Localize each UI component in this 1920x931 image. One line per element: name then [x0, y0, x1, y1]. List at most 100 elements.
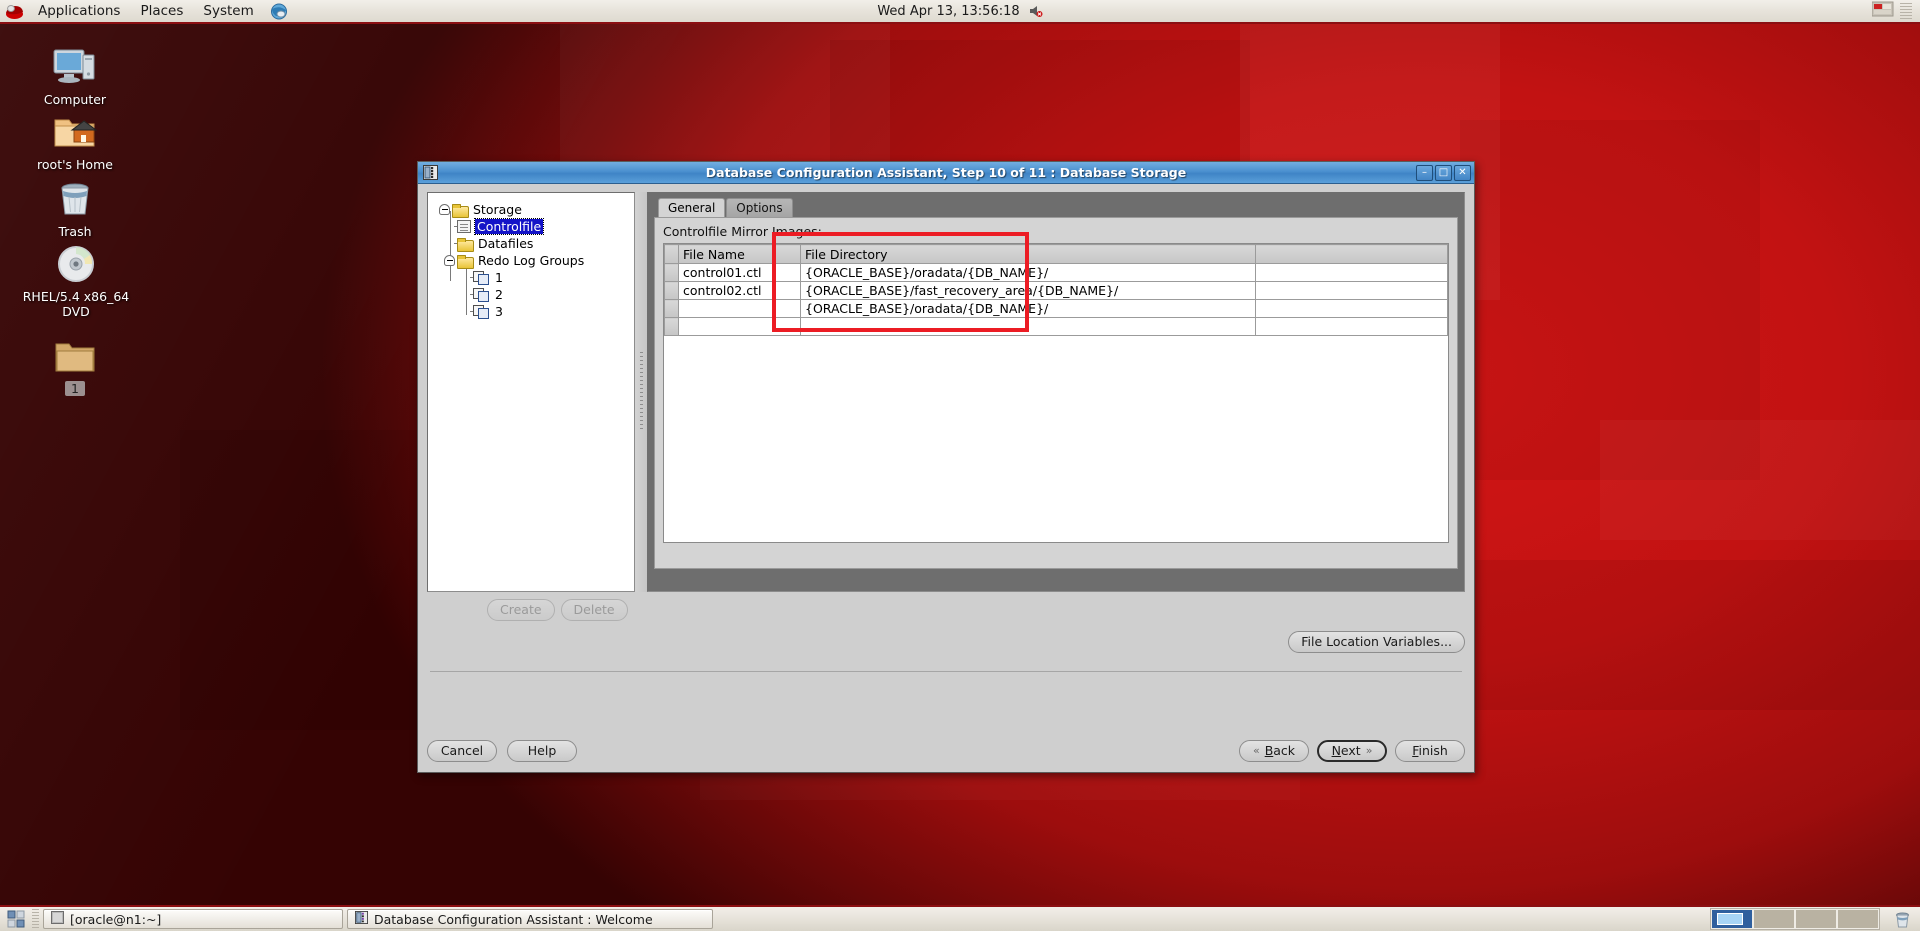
- dbca-icon: [423, 165, 438, 180]
- workspace-3[interactable]: [1796, 910, 1836, 928]
- column-header-file-directory[interactable]: File Directory: [800, 244, 1256, 264]
- cell-file-name[interactable]: [678, 299, 801, 318]
- controlfile-mirror-images-label: Controlfile Mirror Images:: [663, 224, 822, 239]
- tab-options[interactable]: Options: [726, 198, 793, 217]
- tree-node-label: Controlfile: [473, 218, 545, 235]
- desktop-icon-rhel-dvd[interactable]: RHEL/5.4 x86_64 DVD: [16, 235, 136, 319]
- file-location-variables-row: File Location Variables...: [1288, 631, 1465, 653]
- cell-file-name[interactable]: [678, 317, 801, 336]
- taskbar-item-dbca[interactable]: Database Configuration Assistant : Welco…: [347, 909, 713, 929]
- cell-file-directory[interactable]: {ORACLE_BASE}/fast_recovery_area/{DB_NAM…: [800, 281, 1256, 300]
- tree-node-redo-3[interactable]: 3: [432, 303, 630, 320]
- back-button[interactable]: « Back: [1239, 740, 1309, 762]
- dbca-window: Database Configuration Assistant, Step 1…: [417, 161, 1475, 773]
- storage-tree[interactable]: Storage Controlfile Datafiles Redo Log G…: [427, 192, 635, 592]
- table-row[interactable]: control01.ctl {ORACLE_BASE}/oradata/{DB_…: [664, 263, 1448, 282]
- desktop-icon-label: RHEL/5.4 x86_64 DVD: [22, 289, 130, 319]
- web-browser-icon[interactable]: [270, 3, 288, 20]
- clock-label[interactable]: Wed Apr 13, 13:56:18: [877, 4, 1019, 19]
- tree-node-label: Redo Log Groups: [478, 253, 585, 268]
- row-selector-cell[interactable]: [664, 317, 679, 336]
- tree-node-redo-2[interactable]: 2: [432, 286, 630, 303]
- taskbar-item-terminal[interactable]: [oracle@n1:~]: [43, 909, 343, 929]
- row-selector-cell[interactable]: [664, 281, 679, 300]
- table-row[interactable]: {ORACLE_BASE}/oradata/{DB_NAME}/: [664, 299, 1448, 318]
- menu-places[interactable]: Places: [130, 0, 193, 22]
- expander-minus-icon[interactable]: [443, 254, 456, 267]
- controlfile-mirror-table-wrapper[interactable]: File Name File Directory control01.ctl {…: [663, 243, 1449, 543]
- cell-blank[interactable]: [1255, 281, 1448, 300]
- desktop-icon-folder-1[interactable]: 1: [20, 327, 130, 396]
- wizard-footer: Cancel Help « Back Next » Finish: [427, 740, 1465, 762]
- menu-system[interactable]: System: [193, 0, 263, 22]
- row-selector-cell[interactable]: [664, 263, 679, 282]
- tray-applet-icon[interactable]: [1871, 1, 1894, 21]
- row-selector-cell[interactable]: [664, 299, 679, 318]
- cancel-button[interactable]: Cancel: [427, 740, 497, 762]
- maximize-button[interactable]: □: [1435, 164, 1452, 181]
- table-row[interactable]: [664, 317, 1448, 336]
- desktop-icon-trash[interactable]: Trash: [20, 170, 130, 239]
- menu-applications[interactable]: Applications: [28, 0, 130, 22]
- tree-node-redo-log-groups[interactable]: Redo Log Groups: [432, 252, 630, 269]
- workspace-4[interactable]: [1838, 910, 1878, 928]
- desktop-icon-roots-home[interactable]: root's Home: [20, 103, 130, 172]
- cell-blank[interactable]: [1255, 263, 1448, 282]
- show-desktop-icon[interactable]: [7, 910, 25, 928]
- workspace-1[interactable]: [1712, 910, 1752, 928]
- delete-button[interactable]: Delete: [560, 599, 628, 621]
- help-button[interactable]: Help: [507, 740, 577, 762]
- taskbar-item-label: Database Configuration Assistant : Welco…: [374, 911, 653, 927]
- tree-node-datafiles[interactable]: Datafiles: [432, 235, 630, 252]
- finish-button[interactable]: Finish: [1395, 740, 1465, 762]
- tree-node-label: 1: [495, 270, 503, 285]
- cell-blank[interactable]: [1255, 317, 1448, 336]
- redolog-icon: [473, 288, 489, 302]
- tree-node-label: Datafiles: [478, 236, 534, 251]
- folder-icon: [457, 254, 474, 269]
- workspace-2[interactable]: [1754, 910, 1794, 928]
- workspace-switcher[interactable]: [1710, 908, 1880, 930]
- footer-separator: [430, 671, 1462, 672]
- window-titlebar[interactable]: Database Configuration Assistant, Step 1…: [418, 162, 1474, 184]
- tree-node-redo-1[interactable]: 1: [432, 269, 630, 286]
- computer-icon: [20, 38, 130, 88]
- expander-minus-icon[interactable]: [438, 203, 451, 216]
- folder-icon: [457, 237, 474, 252]
- wallpaper-shape: [560, 0, 890, 180]
- terminal-icon: [51, 911, 64, 927]
- row-selector-header: [664, 244, 679, 264]
- file-location-variables-button[interactable]: File Location Variables...: [1288, 631, 1465, 653]
- cell-file-name[interactable]: control01.ctl: [678, 263, 801, 282]
- split-pane-divider[interactable]: [635, 192, 647, 592]
- footer-right-buttons: « Back Next » Finish: [1239, 740, 1465, 762]
- volume-muted-icon[interactable]: [1028, 4, 1043, 18]
- folder-icon: [452, 203, 469, 218]
- column-header-file-name[interactable]: File Name: [678, 244, 801, 264]
- tab-general[interactable]: General: [658, 198, 726, 217]
- cell-file-directory[interactable]: {ORACLE_BASE}/oradata/{DB_NAME}/: [800, 299, 1256, 318]
- desktop-icon-computer[interactable]: Computer: [20, 38, 130, 107]
- home-folder-icon: [20, 103, 130, 153]
- minimize-button[interactable]: –: [1416, 164, 1433, 181]
- trash-applet-icon[interactable]: [1893, 910, 1912, 929]
- general-tab-panel: Controlfile Mirror Images: File Name Fil…: [654, 217, 1458, 569]
- next-button[interactable]: Next »: [1317, 740, 1387, 762]
- tree-node-controlfile[interactable]: Controlfile: [432, 218, 630, 235]
- close-button[interactable]: ✕: [1454, 164, 1471, 181]
- cell-file-directory[interactable]: {ORACLE_BASE}/oradata/{DB_NAME}/: [800, 263, 1256, 282]
- dbca-icon: [355, 911, 368, 927]
- trash-icon: [20, 170, 130, 220]
- cd-rom-icon: [16, 235, 136, 285]
- tab-strip: General Options: [654, 198, 1458, 217]
- window-title: Database Configuration Assistant, Step 1…: [705, 165, 1187, 180]
- table-row[interactable]: control02.ctl {ORACLE_BASE}/fast_recover…: [664, 281, 1448, 300]
- cell-file-name[interactable]: control02.ctl: [678, 281, 801, 300]
- cell-file-directory[interactable]: [800, 317, 1256, 336]
- redhat-logo-icon[interactable]: [5, 3, 24, 20]
- tree-node-storage[interactable]: Storage: [432, 201, 630, 218]
- create-button[interactable]: Create: [487, 599, 555, 621]
- column-header-blank[interactable]: [1255, 244, 1448, 264]
- wallpaper-shape: [1600, 420, 1920, 540]
- cell-blank[interactable]: [1255, 299, 1448, 318]
